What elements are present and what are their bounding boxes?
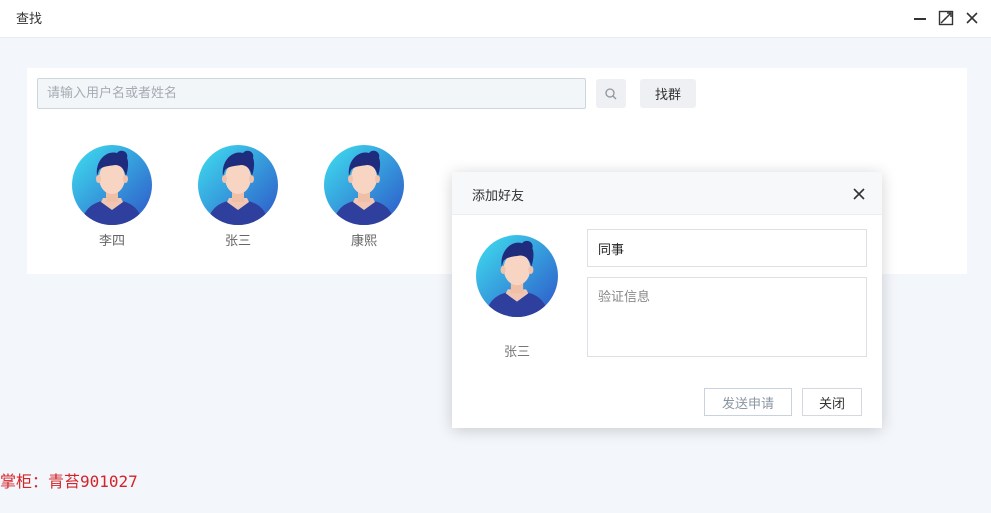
user-avatar-icon	[323, 144, 405, 226]
add-friend-dialog: 添加好友 张三 发送申请 关闭	[452, 172, 882, 428]
user-name: 张三	[224, 234, 251, 249]
close-icon[interactable]	[963, 9, 981, 27]
user-result-card[interactable]: 李四	[67, 144, 157, 249]
close-button[interactable]: 关闭	[802, 388, 862, 416]
user-name: 李四	[98, 234, 125, 249]
user-avatar-icon	[197, 144, 279, 226]
user-result-card[interactable]: 张三	[193, 144, 283, 249]
user-avatar-icon	[71, 144, 153, 226]
send-request-button[interactable]: 发送申请	[704, 388, 792, 416]
user-name: 康熙	[350, 234, 377, 249]
dialog-header: 添加好友	[452, 172, 882, 215]
title-bar: 查找	[0, 0, 991, 38]
search-input[interactable]	[37, 78, 586, 109]
watermark-text: 掌柜：青苔901027	[0, 472, 138, 491]
window-title: 查找	[16, 12, 43, 27]
minimize-icon[interactable]	[911, 9, 929, 27]
user-result-card[interactable]: 康熙	[319, 144, 409, 249]
search-button[interactable]	[596, 79, 626, 108]
maximize-icon[interactable]	[937, 9, 955, 27]
close-icon[interactable]	[852, 186, 866, 200]
find-group-button[interactable]: 找群	[640, 79, 696, 108]
user-avatar-icon	[475, 234, 559, 318]
remark-input[interactable]	[587, 229, 867, 267]
dialog-title: 添加好友	[472, 189, 525, 204]
verify-message-textarea[interactable]	[587, 277, 867, 357]
search-icon	[605, 87, 617, 99]
dialog-user-name: 张三	[503, 345, 530, 360]
